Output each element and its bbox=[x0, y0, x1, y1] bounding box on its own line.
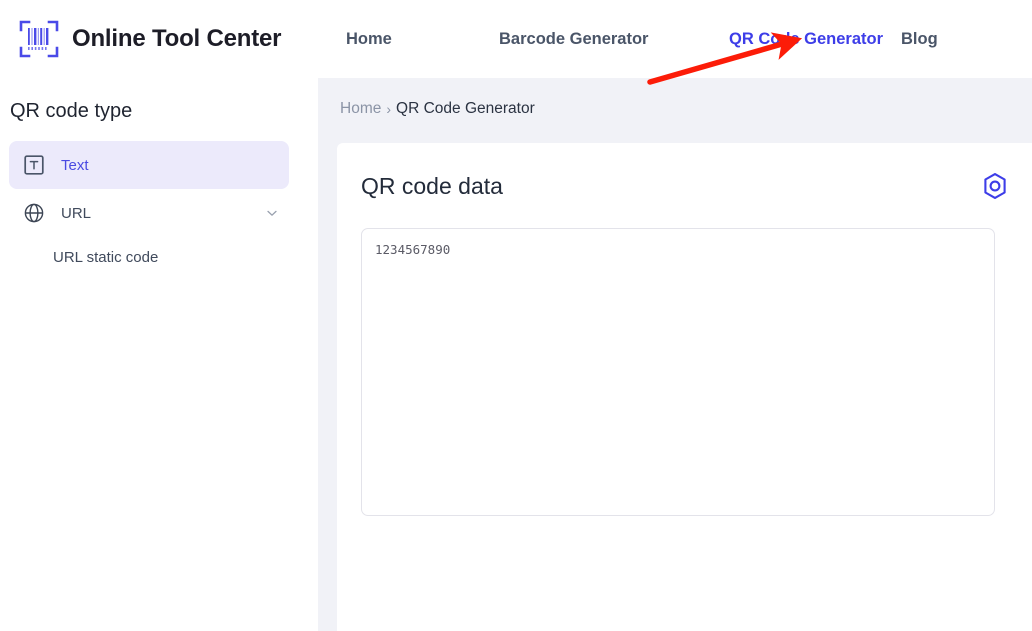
sidebar-item-text[interactable]: Text bbox=[9, 141, 289, 189]
hexagon-settings-glyph bbox=[984, 173, 1006, 199]
main-navigation: Home Barcode Generator QR Code Generator… bbox=[346, 30, 1011, 49]
globe-icon bbox=[24, 203, 44, 223]
sidebar-subitem-url-static-code[interactable]: URL static code bbox=[0, 237, 318, 277]
breadcrumb-item-current: QR Code Generator bbox=[396, 100, 535, 117]
main-content: Home › QR Code Generator QR code data bbox=[318, 78, 1032, 631]
site-header: Online Tool Center Home Barcode Generato… bbox=[0, 0, 1032, 78]
card-header: QR code data bbox=[337, 143, 1032, 229]
qr-code-data-input[interactable] bbox=[361, 228, 995, 516]
page-title: QR code data bbox=[361, 172, 503, 199]
text-box-icon bbox=[24, 155, 44, 175]
chevron-down-icon[interactable] bbox=[265, 206, 279, 220]
sidebar-title: QR code type bbox=[10, 100, 133, 122]
sidebar-item-label: URL bbox=[61, 204, 92, 222]
brand-name: Online Tool Center bbox=[72, 25, 282, 52]
breadcrumb-separator-icon: › bbox=[386, 101, 392, 117]
nav-item-barcode-generator[interactable]: Barcode Generator bbox=[499, 30, 729, 49]
sidebar-subitem-label: URL static code bbox=[53, 248, 159, 266]
hexagon-settings-icon[interactable] bbox=[980, 171, 1010, 201]
page-root: Online Tool Center Home Barcode Generato… bbox=[0, 0, 1032, 631]
sidebar-item-url[interactable]: URL bbox=[9, 189, 289, 237]
nav-item-blog[interactable]: Blog bbox=[901, 30, 1011, 49]
breadcrumb: Home › QR Code Generator bbox=[340, 100, 535, 118]
sidebar-list: Text URL URL static code bbox=[0, 141, 318, 277]
sidebar-item-label: Text bbox=[61, 156, 89, 174]
brand-logo-link[interactable]: Online Tool Center bbox=[18, 18, 318, 60]
breadcrumb-item-home[interactable]: Home bbox=[340, 100, 381, 118]
qr-code-data-card: QR code data bbox=[337, 143, 1032, 631]
barcode-scan-icon bbox=[19, 20, 59, 58]
sidebar: QR code type Text URL URL static code bbox=[0, 78, 318, 631]
nav-item-qr-code-generator[interactable]: QR Code Generator bbox=[729, 30, 901, 49]
nav-item-home[interactable]: Home bbox=[346, 30, 499, 49]
